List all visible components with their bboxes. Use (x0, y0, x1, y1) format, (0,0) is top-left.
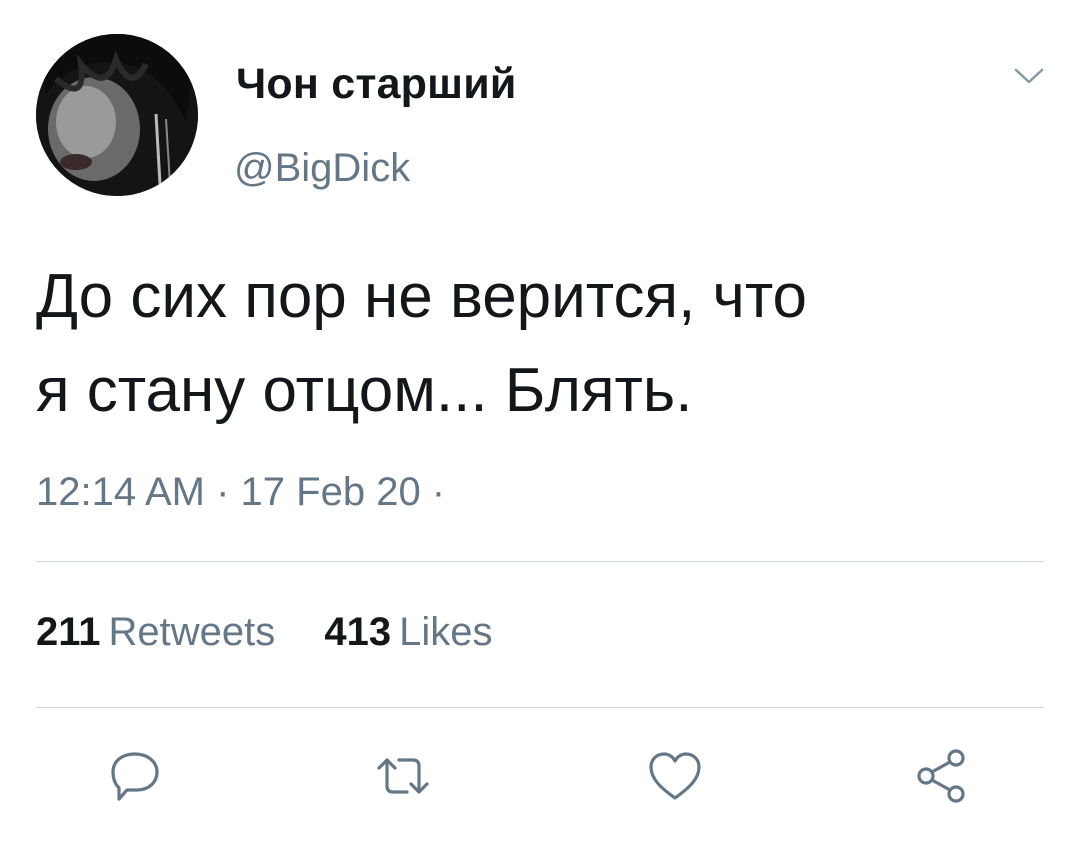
reply-icon (111, 752, 159, 801)
user-handle[interactable]: @BigDick (234, 146, 410, 191)
display-name[interactable]: Чон старший (236, 60, 516, 109)
chevron-down-icon[interactable] (1012, 62, 1046, 90)
likes-count: 413 (324, 610, 392, 654)
reply-button[interactable] (103, 744, 167, 808)
share-icon (917, 749, 965, 803)
heart-icon (649, 752, 701, 800)
tweet-stats: 211 Retweets 413 Likes (36, 610, 531, 655)
likes-label: Likes (399, 610, 493, 654)
retweet-button[interactable] (371, 744, 435, 808)
tweet-text-line: я стану отцом... Блять. (36, 356, 693, 425)
divider (36, 561, 1044, 562)
like-button[interactable] (643, 744, 707, 808)
retweets-stat[interactable]: 211 Retweets (36, 610, 275, 655)
retweet-icon (377, 758, 429, 794)
retweets-label: Retweets (108, 610, 276, 654)
share-button[interactable] (910, 744, 974, 808)
retweets-count: 211 (36, 610, 101, 654)
avatar[interactable] (36, 34, 198, 196)
divider (36, 707, 1044, 708)
tweet-text: До сих пор не верится, что я стану отцом… (36, 250, 1036, 438)
likes-stat[interactable]: 413 Likes (324, 610, 492, 655)
tweet-text-line: До сих пор не верится, что (36, 262, 808, 331)
avatar-image (36, 34, 198, 196)
timestamp[interactable]: 12:14 AM · 17 Feb 20 · (36, 470, 445, 515)
